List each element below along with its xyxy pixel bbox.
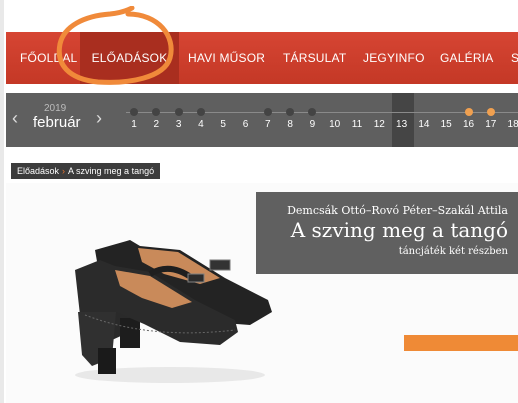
event-dot[interactable] <box>152 108 161 116</box>
event-dot[interactable] <box>174 108 183 116</box>
calendar-day[interactable]: 11 <box>347 119 367 130</box>
orange-accent-bar <box>404 335 518 351</box>
nav-item-monthly-program[interactable]: HAVI MŰSOR <box>188 32 265 84</box>
main-navigation: FŐOLDAL ELŐADÁSOK HAVI MŰSOR TÁRSULAT JE… <box>6 32 518 84</box>
breadcrumb-current: A szving meg a tangó <box>68 166 155 176</box>
calendar-day[interactable]: 17 <box>481 119 501 130</box>
show-title-box: Demcsák Ottó–Rovó Péter–Szakál Attila A … <box>256 192 518 274</box>
page-edge <box>0 0 4 403</box>
event-dot[interactable] <box>486 108 495 116</box>
calendar-day[interactable]: 7 <box>258 119 278 130</box>
show-subtitle: táncjáték két részben <box>398 246 508 257</box>
nav-item-company[interactable]: TÁRSULAT <box>283 32 346 84</box>
event-dot[interactable] <box>464 108 473 116</box>
calendar-month: február <box>33 114 81 131</box>
show-title: A szving meg a tangó <box>290 218 508 242</box>
nav-item-home[interactable]: FŐOLDAL <box>20 32 77 84</box>
calendar-day[interactable]: 4 <box>191 119 211 130</box>
event-dot[interactable] <box>196 108 205 116</box>
nav-item-ticket-info[interactable]: JEGYINFO <box>363 32 425 84</box>
calendar-day[interactable]: 16 <box>459 119 479 130</box>
calendar-day[interactable]: 15 <box>436 119 456 130</box>
breadcrumb-separator: › <box>62 166 66 176</box>
calendar-day[interactable]: 6 <box>236 119 256 130</box>
nav-item-gallery[interactable]: GALÉRIA <box>440 32 493 84</box>
calendar-day[interactable]: 13 <box>392 119 412 130</box>
nav-item-performances[interactable]: ELŐADÁSOK <box>80 32 179 84</box>
event-dot[interactable] <box>263 108 272 116</box>
event-dot[interactable] <box>286 108 295 116</box>
calendar-day[interactable]: 5 <box>213 119 233 130</box>
next-month-icon[interactable]: › <box>96 108 102 129</box>
calendar-timeline: ‹ 2019 február › 1 2 3 4 5 6 7 8 9 10 11 12 13 14 15 16… <box>6 93 518 147</box>
timeline-line <box>126 112 518 113</box>
calendar-day[interactable]: 14 <box>414 119 434 130</box>
calendar-day[interactable]: 10 <box>325 119 345 130</box>
calendar-day[interactable]: 18 <box>503 119 518 130</box>
breadcrumb: Előadások › A szving meg a tangó <box>11 163 161 179</box>
show-authors: Demcsák Ottó–Rovó Péter–Szakál Attila <box>287 204 508 217</box>
calendar-day[interactable]: 3 <box>169 119 189 130</box>
dance-shoes-image <box>75 240 272 383</box>
calendar-day[interactable]: 8 <box>280 119 300 130</box>
calendar-day[interactable]: 1 <box>124 119 144 130</box>
calendar-day[interactable]: 2 <box>146 119 166 130</box>
prev-month-icon[interactable]: ‹ <box>12 108 18 129</box>
event-dot[interactable] <box>130 108 138 116</box>
calendar-year: 2019 <box>44 103 67 114</box>
calendar-day[interactable]: 9 <box>302 119 322 130</box>
calendar-day[interactable]: 12 <box>369 119 389 130</box>
event-dot[interactable] <box>308 108 317 116</box>
breadcrumb-parent-link[interactable]: Előadások <box>17 166 59 176</box>
nav-item-partial[interactable]: S <box>511 32 518 84</box>
